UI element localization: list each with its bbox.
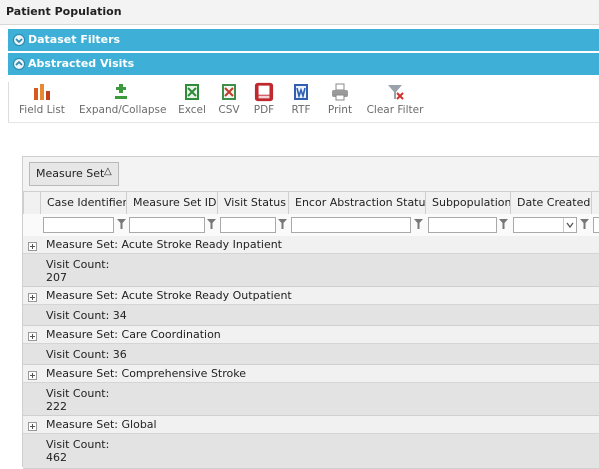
expand-group-icon[interactable] [28, 293, 37, 302]
print-button[interactable]: Print [325, 82, 355, 116]
dataset-filters-label: Dataset Filters [28, 33, 121, 46]
group-label: Measure Set: Global [46, 418, 157, 431]
group-count-row: Visit Count: 462 [23, 433, 599, 469]
clear-filter-icon [388, 85, 404, 100]
expand-collapse-button[interactable]: Expand/Collapse [79, 82, 166, 116]
col-d-truncated[interactable]: D [591, 192, 599, 214]
measure-set-group-button[interactable]: Measure Set △ [29, 162, 119, 186]
clear-filter-button[interactable]: Clear Filter [365, 82, 425, 116]
filter-icon[interactable] [117, 218, 126, 230]
col-measure-set-id[interactable]: Measure Set ID [126, 192, 217, 214]
filter-icon[interactable] [278, 218, 287, 230]
visit-count: Visit Count: 207 [46, 258, 110, 284]
visit-count: Visit Count: 462 [46, 438, 110, 464]
page-title: Patient Population [6, 5, 122, 18]
group-count-row: Visit Count: 222 [23, 382, 599, 416]
col-visit-status[interactable]: Visit Status [217, 192, 288, 214]
col-case-identifier[interactable]: Case Identifier [40, 192, 126, 214]
visits-grid: Measure Set △ Case Identifier Measure Se… [22, 156, 599, 469]
filter-icon[interactable] [414, 218, 423, 230]
visit-count: Visit Count: 222 [46, 387, 110, 413]
group-label: Measure Set: Care Coordination [46, 328, 221, 341]
case-identifier-filter-input[interactable] [43, 217, 114, 233]
group-label: Measure Set: Comprehensive Stroke [46, 367, 246, 380]
export-toolbar: Field List Expand/Collapse Excel CSV PDF… [8, 82, 599, 123]
field-list-button[interactable]: Field List [19, 82, 65, 116]
collapse-arrow-icon[interactable] [13, 58, 25, 70]
filter-icon[interactable] [580, 218, 589, 230]
measure-set-id-filter-input[interactable] [129, 217, 205, 233]
group-row: Measure Set: Comprehensive Stroke [23, 365, 599, 382]
field-list-icon [33, 84, 50, 100]
expand-collapse-icon [115, 84, 127, 99]
rtf-icon [294, 84, 308, 100]
group-row: Measure Set: Global [23, 416, 599, 433]
dataset-filters-bar[interactable]: Dataset Filters [8, 29, 599, 51]
visit-count: Visit Count: 34 [46, 309, 127, 322]
d-filter-input[interactable] [593, 217, 599, 233]
expand-arrow-icon[interactable] [13, 34, 25, 46]
col-encor-abstraction-status[interactable]: Encor Abstraction Status [288, 192, 425, 214]
col-date-created[interactable]: Date Created [510, 192, 591, 214]
group-count-row: Visit Count: 34 [23, 304, 599, 326]
expand-group-icon[interactable] [28, 332, 37, 341]
csv-icon [222, 84, 236, 100]
col-subpopulation[interactable]: Subpopulation [425, 192, 510, 214]
csv-export-button[interactable]: CSV [215, 82, 243, 116]
group-label: Measure Set: Acute Stroke Ready Outpatie… [46, 289, 292, 302]
expand-group-icon[interactable] [28, 242, 37, 251]
excel-icon [185, 84, 199, 100]
visit-count: Visit Count: 36 [46, 348, 127, 361]
date-created-filter-select[interactable] [513, 217, 577, 233]
page-header: Patient Population [0, 0, 599, 25]
group-row: Measure Set: Care Coordination [23, 326, 599, 343]
group-label: Measure Set: Acute Stroke Ready Inpatien… [46, 238, 282, 251]
group-row: Measure Set: Acute Stroke Ready Outpatie… [23, 287, 599, 304]
expand-group-icon[interactable] [28, 422, 37, 431]
sort-asc-icon[interactable]: △ [104, 166, 112, 177]
filter-icon[interactable] [499, 218, 508, 230]
abstraction-status-filter-input[interactable] [291, 217, 411, 233]
subpopulation-filter-input[interactable] [428, 217, 497, 233]
filter-row [23, 214, 599, 237]
pdf-icon [254, 82, 274, 102]
rtf-export-button[interactable]: RTF [288, 82, 314, 116]
expand-group-icon[interactable] [28, 371, 37, 380]
group-count-row: Visit Count: 207 [23, 253, 599, 287]
abstracted-visits-bar[interactable]: Abstracted Visits [8, 53, 599, 75]
filter-icon[interactable] [207, 218, 216, 230]
chevron-down-icon[interactable] [563, 218, 576, 232]
excel-export-button[interactable]: Excel [177, 82, 207, 116]
expand-column-header [23, 192, 40, 214]
grid-header: Case Identifier Measure Set ID Visit Sta… [23, 191, 599, 215]
printer-icon [332, 83, 348, 101]
group-row: Measure Set: Acute Stroke Ready Inpatien… [23, 236, 599, 253]
pdf-export-button[interactable]: PDF [252, 82, 276, 116]
abstracted-visits-label: Abstracted Visits [28, 57, 135, 70]
group-count-row: Visit Count: 36 [23, 343, 599, 365]
visit-status-filter-input[interactable] [220, 217, 276, 233]
